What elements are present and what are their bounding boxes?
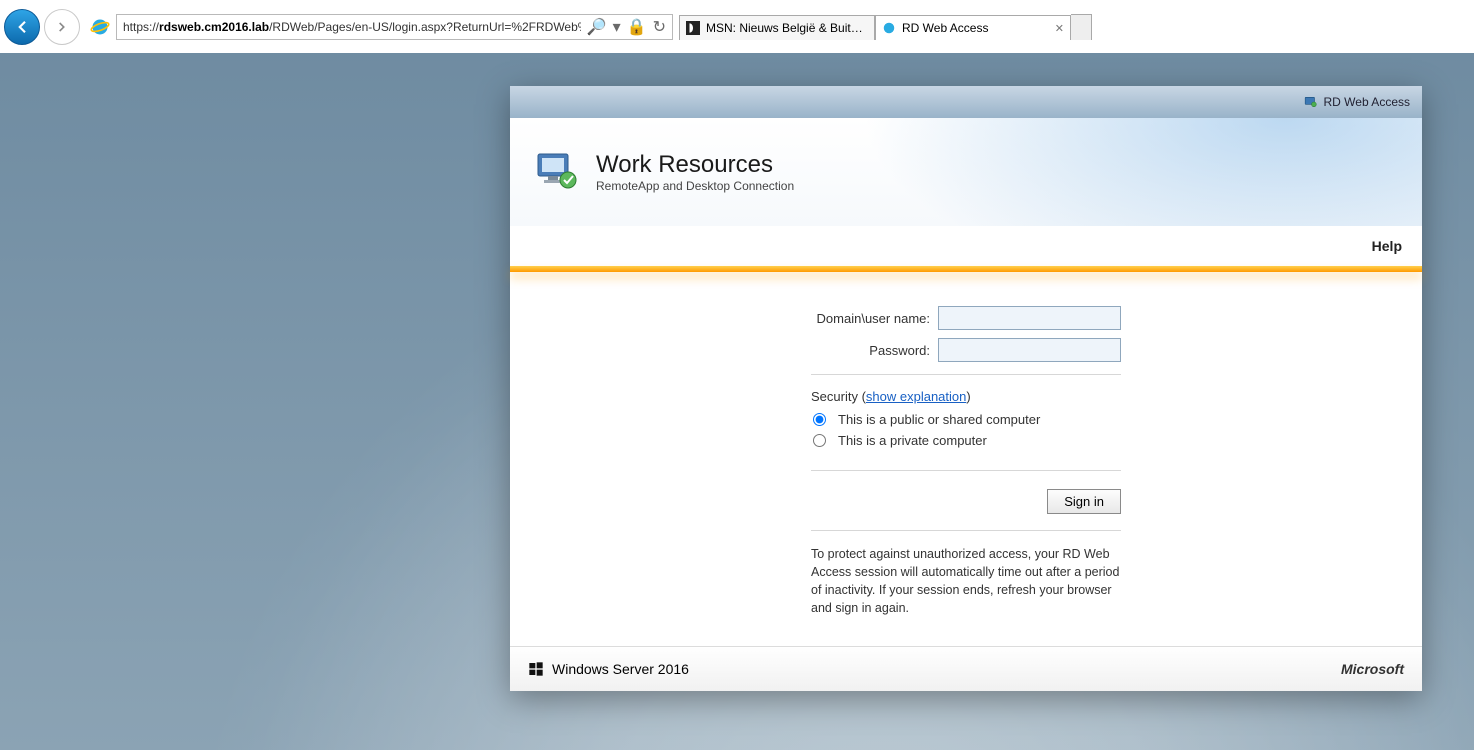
username-input[interactable] [938, 306, 1121, 330]
rdweb-top-label: RD Web Access [1324, 95, 1410, 109]
lock-icon: 🔒 [627, 17, 647, 37]
close-icon[interactable]: ✕ [1055, 22, 1064, 35]
footer-left: Windows Server 2016 [528, 661, 689, 677]
tab-label: RD Web Access [902, 21, 1049, 35]
windows-logo-icon [528, 661, 544, 677]
tab-msn[interactable]: MSN: Nieuws België & Buitenl... [679, 15, 875, 40]
work-resources-icon [534, 148, 582, 196]
address-url: https://rdsweb.cm2016.lab/RDWeb/Pages/en… [117, 20, 581, 34]
forward-button[interactable] [44, 9, 80, 45]
password-label: Password: [811, 343, 930, 358]
dropdown-icon[interactable]: ▾ [613, 17, 621, 37]
help-bar: Help [510, 226, 1422, 266]
footer-product: Windows Server 2016 [552, 661, 689, 677]
address-bar[interactable]: https://rdsweb.cm2016.lab/RDWeb/Pages/en… [116, 14, 673, 40]
login-body: Domain\user name: Password: Security (sh… [510, 272, 1422, 646]
tab-rdweb[interactable]: RD Web Access ✕ [875, 15, 1071, 40]
private-computer-radio[interactable] [813, 434, 826, 447]
rdweb-small-icon [1304, 95, 1318, 109]
public-computer-label: This is a public or shared computer [838, 412, 1040, 427]
security-suffix: ) [966, 389, 970, 404]
security-section: Security (show explanation) This is a pu… [811, 374, 1121, 448]
rdweb-footer: Windows Server 2016 Microsoft [510, 646, 1422, 691]
arrow-left-icon [13, 18, 31, 36]
public-computer-radio[interactable] [813, 413, 826, 426]
security-header: Security (show explanation) [811, 389, 1121, 404]
rdweb-panel: RD Web Access Work Resources RemoteApp a… [510, 86, 1422, 691]
ie-favicon-icon [882, 21, 896, 35]
tab-label: MSN: Nieuws België & Buitenl... [706, 21, 868, 35]
login-form: Domain\user name: Password: Security (sh… [811, 306, 1121, 618]
rdweb-topbar: RD Web Access [510, 86, 1422, 118]
password-input[interactable] [938, 338, 1121, 362]
back-button[interactable] [4, 9, 40, 45]
new-tab-button[interactable] [1071, 14, 1092, 40]
username-label: Domain\user name: [811, 311, 930, 326]
ie-logo-icon [90, 17, 110, 37]
security-prefix: Security ( [811, 389, 866, 404]
signin-row: Sign in [811, 470, 1121, 514]
footer-brand: Microsoft [1341, 661, 1404, 677]
show-explanation-link[interactable]: show explanation [866, 389, 966, 404]
page-title: Work Resources [596, 151, 794, 179]
address-icons: 🔎 ▾ 🔒 ↻ [581, 17, 672, 37]
msn-favicon-icon [686, 21, 700, 35]
page-subtitle: RemoteApp and Desktop Connection [596, 179, 794, 193]
timeout-notice: To protect against unauthorized access, … [811, 530, 1121, 618]
help-link[interactable]: Help [1372, 238, 1402, 254]
private-computer-label: This is a private computer [838, 433, 987, 448]
search-icon[interactable]: 🔎 [587, 17, 607, 37]
arrow-right-icon [55, 20, 69, 34]
signin-button[interactable]: Sign in [1047, 489, 1121, 514]
tab-strip: MSN: Nieuws België & Buitenl... RD Web A… [679, 13, 1092, 40]
rdweb-header: Work Resources RemoteApp and Desktop Con… [510, 118, 1422, 226]
browser-chrome: https://rdsweb.cm2016.lab/RDWeb/Pages/en… [0, 0, 1474, 53]
refresh-icon[interactable]: ↻ [653, 17, 666, 37]
